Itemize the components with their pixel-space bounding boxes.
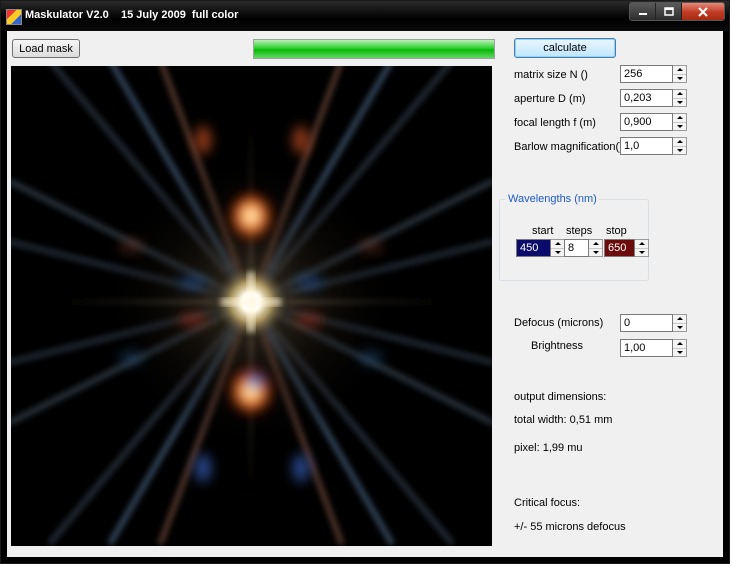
arrow-up-icon[interactable] (673, 114, 686, 123)
arrow-down-icon[interactable] (635, 249, 648, 257)
brightness-spinner[interactable]: 1,00 (620, 339, 687, 357)
client-area: Load mask calculate matrix size N () 256… (7, 31, 723, 557)
total-width-text: total width: 0,51 mm (514, 414, 613, 426)
steps-spinner[interactable]: 8 (564, 239, 603, 257)
arrow-down-icon[interactable] (589, 249, 602, 257)
arrow-up-icon[interactable] (673, 90, 686, 99)
minimize-button[interactable] (630, 3, 656, 20)
arrow-up-icon[interactable] (551, 240, 564, 249)
title-bar[interactable]: Maskulator V2.0 15 July 2009 full color (1, 1, 729, 31)
progress-bar (253, 39, 495, 59)
brightness-input[interactable]: 1,00 (620, 339, 673, 357)
calculate-button[interactable]: calculate (514, 38, 616, 58)
critical-focus-value: +/- 55 microns defocus (514, 521, 626, 533)
arrow-down-icon[interactable] (673, 324, 686, 332)
matrix-size-spinner[interactable]: 256 (620, 65, 687, 83)
progress-fill (254, 40, 494, 58)
window-title: Maskulator V2.0 15 July 2009 full color (25, 9, 239, 21)
close-icon (698, 6, 708, 17)
stop-label: stop (606, 225, 627, 237)
arrow-down-icon[interactable] (673, 75, 686, 83)
barlow-input[interactable]: 1,0 (620, 137, 673, 155)
brightness-label: Brightness (531, 340, 583, 352)
output-dimensions-heading: output dimensions: (514, 391, 607, 403)
focal-length-label: focal length f (m) (514, 117, 596, 129)
matrix-size-label: matrix size N () (514, 69, 588, 81)
defocus-input[interactable]: 0 (620, 314, 673, 332)
barlow-spinner[interactable]: 1,0 (620, 137, 687, 155)
focal-length-spinner[interactable]: 0,900 (620, 113, 687, 131)
maximize-button[interactable] (656, 3, 682, 20)
arrow-up-icon[interactable] (589, 240, 602, 249)
matrix-size-input[interactable]: 256 (620, 65, 673, 83)
app-icon[interactable] (6, 9, 22, 25)
defocus-label: Defocus (microns) (514, 317, 604, 329)
arrow-down-icon[interactable] (551, 249, 564, 257)
arrow-up-icon[interactable] (635, 240, 648, 249)
arrow-up-icon[interactable] (673, 340, 686, 349)
app-window: Maskulator V2.0 15 July 2009 full color … (0, 0, 730, 564)
arrow-up-icon[interactable] (673, 315, 686, 324)
minimize-icon (638, 12, 647, 15)
critical-focus-heading: Critical focus: (514, 497, 581, 509)
aperture-input[interactable]: 0,203 (620, 89, 673, 107)
window-controls (629, 2, 725, 21)
stop-input[interactable]: 650 (604, 239, 635, 257)
steps-label: steps (566, 225, 593, 237)
barlow-label: Barlow magnification() (514, 141, 623, 153)
wavelengths-group-label: Wavelengths (nm) (506, 193, 599, 205)
arrow-down-icon[interactable] (673, 123, 686, 131)
arrow-up-icon[interactable] (673, 138, 686, 147)
arrow-down-icon[interactable] (673, 349, 686, 357)
start-spinner[interactable]: 450 (516, 239, 565, 257)
arrow-up-icon[interactable] (673, 66, 686, 75)
start-label: start (532, 225, 554, 237)
aperture-spinner[interactable]: 0,203 (620, 89, 687, 107)
defocus-spinner[interactable]: 0 (620, 314, 687, 332)
arrow-down-icon[interactable] (673, 99, 686, 107)
stop-spinner[interactable]: 650 (604, 239, 649, 257)
diffraction-pattern (8, 59, 494, 546)
start-input[interactable]: 450 (516, 239, 551, 257)
arrow-down-icon[interactable] (673, 147, 686, 155)
maximize-icon (663, 7, 674, 16)
pixel-size-text: pixel: 1,99 mu (514, 442, 583, 454)
aperture-label: aperture D (m) (514, 93, 586, 105)
load-mask-button[interactable]: Load mask (12, 39, 80, 58)
diffraction-image[interactable] (8, 59, 494, 546)
steps-input[interactable]: 8 (564, 239, 589, 257)
close-button[interactable] (682, 3, 724, 20)
focal-length-input[interactable]: 0,900 (620, 113, 673, 131)
wavelengths-group: Wavelengths (nm) start steps stop 450 8 … (499, 193, 649, 281)
